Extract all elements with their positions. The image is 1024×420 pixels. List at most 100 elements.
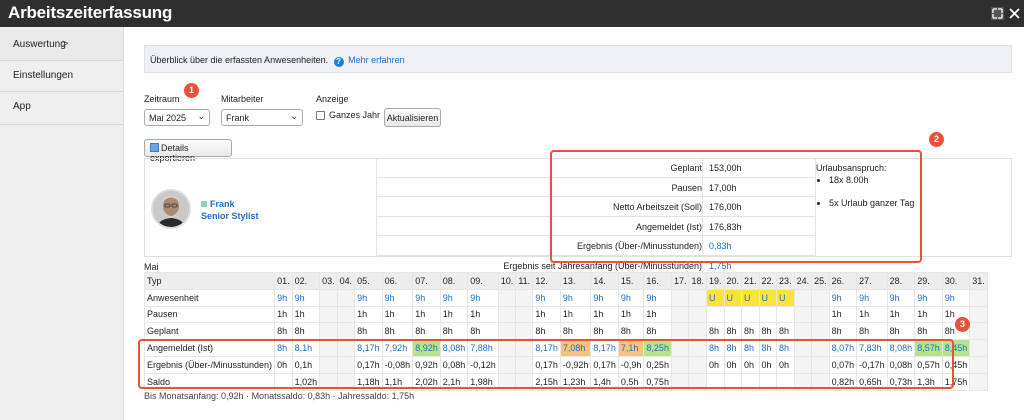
table-cell: 8h: [856, 322, 888, 341]
column-header-day: 06.: [381, 272, 414, 290]
app-title: Arbeitszeiterfassung: [8, 3, 173, 22]
table-cell: [670, 288, 690, 307]
table-cell[interactable]: 9h: [354, 288, 383, 307]
table-cell[interactable]: U: [723, 288, 743, 307]
table-cell[interactable]: 9h: [467, 288, 499, 307]
table-cell[interactable]: 9h: [412, 288, 441, 307]
column-header-day: 09.: [467, 272, 499, 290]
table-cell[interactable]: 9h: [856, 288, 888, 307]
sidebar-item-label: Auswertung: [13, 39, 66, 50]
column-header-day: 24.: [793, 272, 813, 290]
table-cell: [319, 322, 338, 341]
table-cell[interactable]: U: [741, 288, 760, 307]
table-cell[interactable]: 9h: [559, 288, 592, 307]
employee-name[interactable]: Frank: [201, 199, 235, 209]
mitarbeiter-value: Frank: [226, 113, 250, 123]
table-cell[interactable]: 9h: [617, 288, 645, 307]
table-cell[interactable]: 9h: [274, 288, 293, 307]
main-content: Überblick über die erfassten Anwesenheit…: [124, 27, 1024, 420]
footer-saldo: Bis Monatsanfang: 0,92h · Monatssaldo: 0…: [144, 391, 415, 401]
table-cell: 1h: [828, 305, 858, 324]
table-cell: [515, 305, 534, 324]
table-cell: [670, 322, 690, 341]
ganzes-jahr-checkbox[interactable]: [316, 111, 325, 120]
column-header-day: 18.: [688, 272, 707, 290]
table-cell: [336, 288, 356, 307]
sidebar-item-auswertung[interactable]: Auswertung >: [0, 30, 123, 61]
export-button[interactable]: Details exportieren: [144, 139, 232, 163]
table-cell: 1h: [914, 305, 943, 324]
table-cell[interactable]: 9h: [828, 288, 858, 307]
row-label: Anwesenheit: [143, 288, 276, 307]
column-header-day: 13.: [559, 272, 592, 290]
table-cell: 1h: [467, 305, 499, 324]
table-cell: 8h: [723, 322, 743, 341]
column-header-day: 20.: [723, 272, 743, 290]
table-cell: 8h: [532, 322, 561, 341]
sidebar-item-app[interactable]: App: [0, 92, 123, 125]
avatar: [151, 189, 191, 229]
table-cell[interactable]: 9h: [291, 288, 321, 307]
mitarbeiter-select[interactable]: Frank ⌄: [221, 109, 303, 126]
sidebar-item-einstellungen[interactable]: Einstellungen: [0, 61, 123, 92]
table-cell[interactable]: 9h: [941, 288, 971, 307]
table-cell: [705, 305, 725, 324]
table-cell[interactable]: 9h: [886, 288, 916, 307]
table-cell[interactable]: 9h: [381, 288, 414, 307]
table-cell[interactable]: U: [776, 288, 795, 307]
help-icon[interactable]: ?: [333, 57, 344, 67]
fullscreen-icon[interactable]: [991, 7, 1004, 20]
close-icon[interactable]: [1008, 7, 1021, 20]
column-header-typ: Typ: [143, 272, 276, 290]
table-cell: [969, 322, 988, 341]
column-header-day: 27.: [856, 272, 888, 290]
info-banner: Überblick über die erfassten Anwesenheit…: [144, 45, 1012, 73]
table-cell: 8h: [886, 322, 916, 341]
table-cell: 8h: [291, 322, 321, 341]
info-text: Überblick über die erfassten Anwesenheit…: [150, 55, 329, 65]
anzeige-label: Anzeige: [316, 94, 349, 104]
table-cell: 1h: [381, 305, 414, 324]
table-cell: [969, 288, 988, 307]
table-cell: 1h: [274, 305, 293, 324]
table-cell[interactable]: 9h: [439, 288, 469, 307]
sidebar-item-label: App: [13, 101, 31, 112]
table-cell: [758, 305, 778, 324]
table-cell: [670, 305, 690, 324]
status-dot: [201, 201, 207, 207]
table-cell: 8h: [274, 322, 293, 341]
column-header-day: 28.: [886, 272, 916, 290]
table-row: Anwesenheit 9h 9h 9h 9h 9h 9h 9h 9h 9h 9h 9h 9h U U U U U…: [143, 288, 988, 307]
table-cell: [811, 288, 830, 307]
table-cell: 8h: [914, 322, 943, 341]
column-header-day: 16.: [643, 272, 672, 290]
table-cell[interactable]: U: [758, 288, 778, 307]
row-label: Geplant: [143, 322, 276, 341]
table-cell[interactable]: 9h: [643, 288, 672, 307]
table-cell: [969, 355, 988, 374]
ganzes-jahr-label: Ganzes Jahr: [329, 110, 381, 120]
table-cell: 1h: [532, 305, 561, 324]
table-cell[interactable]: 9h: [914, 288, 943, 307]
table-cell: [793, 288, 813, 307]
table-cell: 1h: [354, 305, 383, 324]
chevron-right-icon: >: [62, 38, 69, 50]
column-header-day: 12.: [532, 272, 561, 290]
column-header-day: 22.: [758, 272, 778, 290]
zeitraum-select[interactable]: Mai 2025 ⌄: [144, 109, 210, 126]
annotation-badge-3: 3: [955, 317, 970, 332]
chevron-down-icon: ⌄: [290, 111, 298, 121]
table-cell[interactable]: U: [705, 288, 725, 307]
export-icon: [150, 143, 159, 152]
table-row: Pausen 1h 1h 1h 1h 1h 1h 1h 1h 1h 1h 1h 1h 1h 1h 1h 1h 1h: [143, 305, 988, 324]
table-cell[interactable]: 9h: [590, 288, 619, 307]
table-cell[interactable]: 9h: [532, 288, 561, 307]
annotation-box-2: [550, 150, 922, 263]
table-cell: [515, 288, 534, 307]
table-cell: 8h: [741, 322, 760, 341]
table-cell: [319, 288, 338, 307]
aktualisieren-button[interactable]: Aktualisieren: [384, 108, 441, 127]
column-header-day: 04.: [336, 272, 356, 290]
table-cell: 1h: [439, 305, 469, 324]
more-info-link[interactable]: Mehr erfahren: [348, 55, 405, 65]
